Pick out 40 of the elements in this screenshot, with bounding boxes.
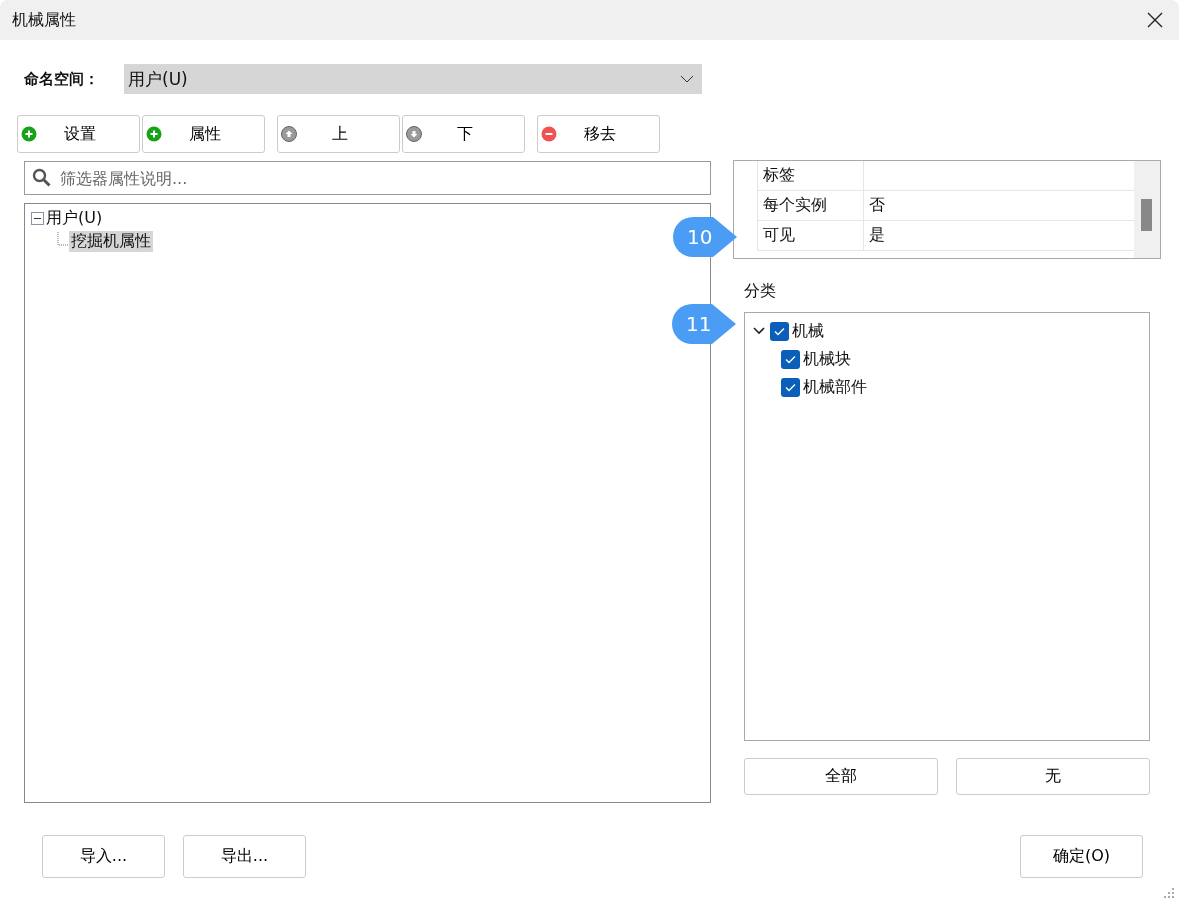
property-name: 每个实例 bbox=[757, 191, 863, 220]
tree-item[interactable]: 用户(U) bbox=[44, 208, 105, 229]
scrollbar[interactable] bbox=[1134, 161, 1160, 258]
search-field[interactable]: 筛选器属性说明... bbox=[24, 161, 711, 195]
tree-item[interactable]: 挖掘机属性 bbox=[69, 231, 153, 252]
minus-icon bbox=[541, 126, 557, 142]
ok-button[interactable]: 确定(O) bbox=[1020, 835, 1143, 878]
toolbar-button[interactable]: 移去 bbox=[537, 115, 660, 153]
search-icon bbox=[32, 168, 51, 187]
checkbox[interactable] bbox=[781, 377, 800, 397]
check-icon bbox=[774, 326, 785, 336]
check-icon bbox=[785, 354, 796, 364]
checkbox[interactable] bbox=[770, 321, 789, 341]
check-icon bbox=[785, 382, 796, 392]
collapse-icon[interactable] bbox=[31, 212, 44, 225]
category-label: 机械块 bbox=[803, 348, 851, 370]
namespace-label: 命名空间： bbox=[24, 69, 100, 89]
window-title: 机械属性 bbox=[12, 9, 76, 31]
callout-badge: 11 bbox=[672, 304, 736, 344]
property-name: 标签 bbox=[757, 161, 863, 190]
select-button[interactable]: 无 bbox=[956, 758, 1150, 795]
category-label: 机械 bbox=[792, 320, 824, 342]
file-button[interactable]: 导出... bbox=[183, 835, 306, 878]
resize-grip-icon[interactable] bbox=[1163, 887, 1175, 899]
checkbox[interactable] bbox=[781, 349, 800, 369]
plus-icon bbox=[146, 126, 162, 142]
toolbar-button[interactable]: 设置 bbox=[17, 115, 140, 153]
toolbar-button[interactable]: 属性 bbox=[142, 115, 265, 153]
callout-badge: 10 bbox=[673, 217, 737, 257]
category-label: 机械部件 bbox=[803, 376, 867, 398]
chevron-down-icon[interactable] bbox=[680, 75, 694, 83]
file-button[interactable]: 导入... bbox=[42, 835, 165, 878]
scrollbar-thumb[interactable] bbox=[1141, 199, 1152, 231]
namespace-dropdown[interactable]: 用户(U) bbox=[124, 64, 702, 94]
toolbar-button[interactable]: 下 bbox=[402, 115, 525, 153]
plus-icon bbox=[21, 126, 37, 142]
category-heading: 分类 bbox=[744, 281, 777, 302]
select-button[interactable]: 全部 bbox=[744, 758, 938, 795]
toolbar-button[interactable]: 上 bbox=[277, 115, 400, 153]
property-name: 可见 bbox=[757, 221, 863, 250]
